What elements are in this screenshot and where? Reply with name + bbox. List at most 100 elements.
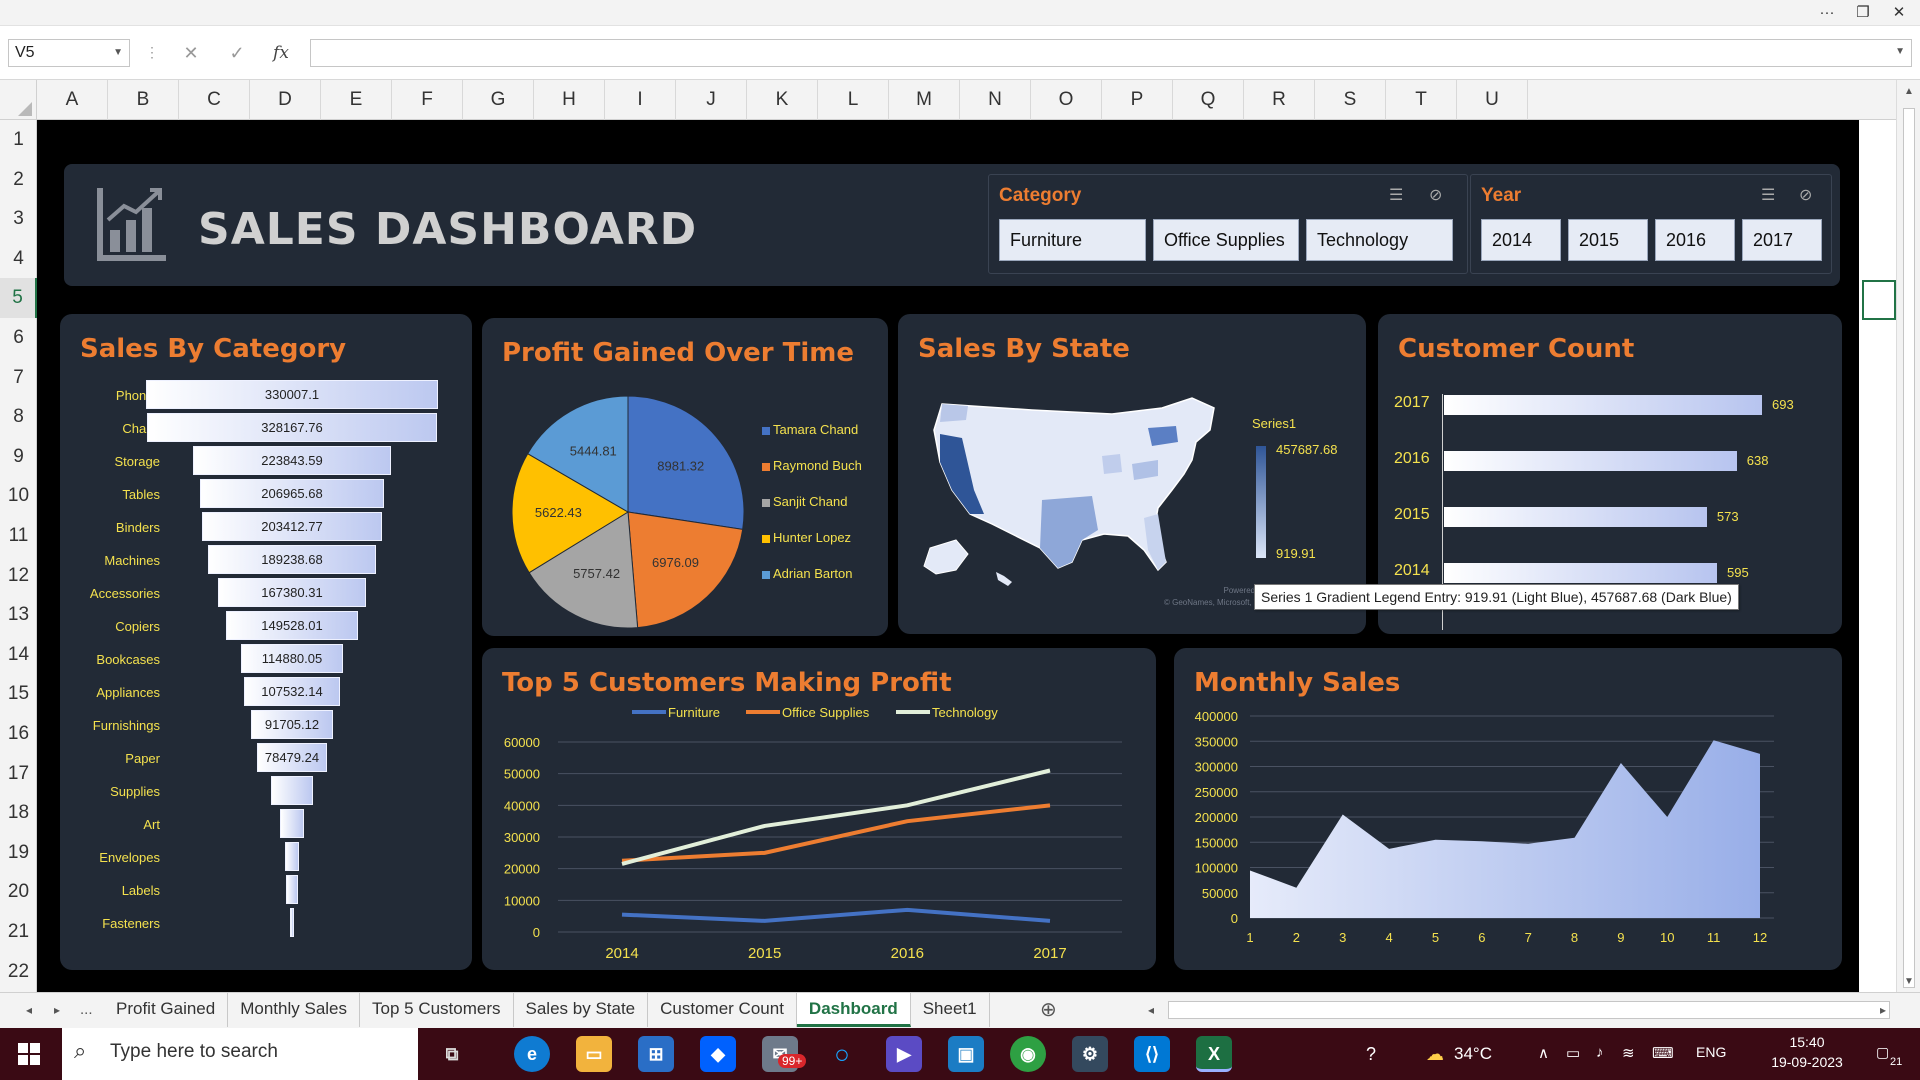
select-all-corner[interactable] [0,80,37,120]
row-header-21[interactable]: 21 [0,912,37,952]
multi-select-icon[interactable]: ☰ [1761,185,1775,205]
column-header-q[interactable]: Q [1173,80,1244,120]
next-sheet-icon[interactable]: ▸ [54,993,60,1027]
sheet-tab[interactable]: Dashboard [796,993,911,1027]
language-indicator[interactable]: ENG [1696,1044,1726,1060]
row-header-6[interactable]: 6 [0,318,37,358]
scroll-down-icon[interactable]: ▼ [1897,976,1920,987]
sales-by-category-panel[interactable]: Sales By Category Phones 330007.1 Chairs 32… [60,314,472,970]
row-header-20[interactable]: 20 [0,872,37,912]
taskbar-search-box[interactable]: ⌕ Type here to search [62,1028,418,1080]
column-header-g[interactable]: G [463,80,534,120]
show-hidden-icons-icon[interactable]: ∧ [1538,1044,1549,1062]
wifi-icon[interactable]: ≋ [1622,1044,1635,1062]
enter-icon[interactable]: ✓ [224,40,250,66]
excel-icon[interactable]: X [1196,1036,1232,1072]
vertical-scrollbar[interactable]: ▲ ▼ [1896,80,1920,992]
battery-icon[interactable]: ▭ [1566,1044,1580,1062]
clock-time[interactable]: 15:40 [1760,1034,1854,1050]
row-header-11[interactable]: 11 [0,516,37,556]
horizontal-scrollbar[interactable] [1168,1001,1890,1019]
column-header-e[interactable]: E [321,80,392,120]
column-header-i[interactable]: I [605,80,676,120]
slicer-year-2015[interactable]: 2015 [1568,219,1648,261]
column-header-c[interactable]: C [179,80,250,120]
column-header-h[interactable]: H [534,80,605,120]
chrome-browser-icon[interactable]: ◉ [1010,1036,1046,1072]
edge-browser-icon[interactable]: e [514,1036,550,1072]
remote-desktop-icon[interactable]: ▣ [948,1036,984,1072]
column-header-j[interactable]: J [676,80,747,120]
row-header-15[interactable]: 15 [0,674,37,714]
sheet-tab[interactable]: Sheet1 [911,993,990,1027]
selected-cell[interactable] [1862,280,1896,320]
slicer-office-supplies[interactable]: Office Supplies [1153,219,1299,261]
chevron-down-icon[interactable]: ▼ [1895,46,1905,57]
column-header-t[interactable]: T [1386,80,1457,120]
slicer-year-2016[interactable]: 2016 [1655,219,1735,261]
row-header-7[interactable]: 7 [0,358,37,398]
row-header-8[interactable]: 8 [0,397,37,437]
column-header-d[interactable]: D [250,80,321,120]
column-header-n[interactable]: N [960,80,1031,120]
volume-icon[interactable]: ♪ [1596,1044,1604,1061]
column-header-k[interactable]: K [747,80,818,120]
keyboard-icon[interactable]: ⌨ [1652,1044,1674,1062]
column-header-l[interactable]: L [818,80,889,120]
scroll-up-icon[interactable]: ▲ [1897,86,1920,97]
vscode-icon[interactable]: ⟨⟩ [1134,1036,1170,1072]
column-header-a[interactable]: A [37,80,108,120]
cortana-icon[interactable]: ○ [824,1036,860,1072]
row-header-3[interactable]: 3 [0,199,37,239]
multi-select-icon[interactable]: ☰ [1389,185,1403,205]
more-options-icon[interactable]: ··· [1812,1,1842,25]
row-header-16[interactable]: 16 [0,714,37,754]
monthly-sales-panel[interactable]: Monthly Sales 0 50000 100000 150000 200000 25… [1174,648,1842,970]
microsoft-store-icon[interactable]: ⊞ [638,1036,674,1072]
restore-window-icon[interactable]: ❐ [1848,1,1878,25]
column-header-p[interactable]: P [1102,80,1173,120]
row-header-10[interactable]: 10 [0,476,37,516]
clock-date[interactable]: 19-09-2023 [1760,1054,1854,1070]
row-header-9[interactable]: 9 [0,437,37,477]
media-player-icon[interactable]: ▶ [886,1036,922,1072]
row-header-17[interactable]: 17 [0,754,37,794]
cancel-icon[interactable]: ✕ [178,40,204,66]
top-5-customers-panel[interactable]: Top 5 Customers Making Profit 0 10000 2000… [482,648,1156,970]
column-header-o[interactable]: O [1031,80,1102,120]
previous-sheet-icon[interactable]: ◂ [26,993,32,1027]
file-explorer-icon[interactable]: ▭ [576,1036,612,1072]
row-header-2[interactable]: 2 [0,160,37,200]
row-header-22[interactable]: 22 [0,952,37,992]
row-header-1[interactable]: 1 [0,120,37,160]
row-header-13[interactable]: 13 [0,595,37,635]
row-header-14[interactable]: 14 [0,635,37,675]
column-header-r[interactable]: R [1244,80,1315,120]
help-icon[interactable]: ? [1366,1044,1376,1065]
sheet-tab[interactable]: Monthly Sales [228,993,361,1027]
column-header-s[interactable]: S [1315,80,1386,120]
sheet-tab[interactable]: Profit Gained [104,993,229,1027]
column-header-f[interactable]: F [392,80,463,120]
more-sheets-button[interactable]: ... [80,993,93,1027]
sheet-tab[interactable]: Sales by State [514,993,649,1027]
row-header-12[interactable]: 12 [0,556,37,596]
formula-input[interactable]: ▼ [310,39,1912,67]
slicer-year-2014[interactable]: 2014 [1481,219,1561,261]
clear-filter-icon[interactable]: ⊘ [1799,185,1812,205]
row-header-4[interactable]: 4 [0,239,37,279]
row-header-18[interactable]: 18 [0,793,37,833]
task-view-icon[interactable]: ⧉ [434,1036,470,1072]
name-box[interactable]: V5 ▼ [8,39,130,67]
sheet-tab[interactable]: Customer Count [648,993,797,1027]
slicer-furniture[interactable]: Furniture [999,219,1146,261]
sql-server-icon[interactable]: ⚙ [1072,1036,1108,1072]
sheet-tab[interactable]: Top 5 Customers [360,993,514,1027]
weather-temperature[interactable]: 34°C [1454,1044,1492,1064]
clear-filter-icon[interactable]: ⊘ [1429,185,1442,205]
add-sheet-icon[interactable]: ⊕ [1040,993,1057,1027]
profit-gained-panel[interactable]: Profit Gained Over Time 8981.32 6976.09 57… [482,318,888,636]
notifications-icon[interactable]: ▢ [1876,1044,1889,1061]
chevron-down-icon[interactable]: ▼ [113,40,123,66]
row-header-5[interactable]: 5 [0,278,37,318]
